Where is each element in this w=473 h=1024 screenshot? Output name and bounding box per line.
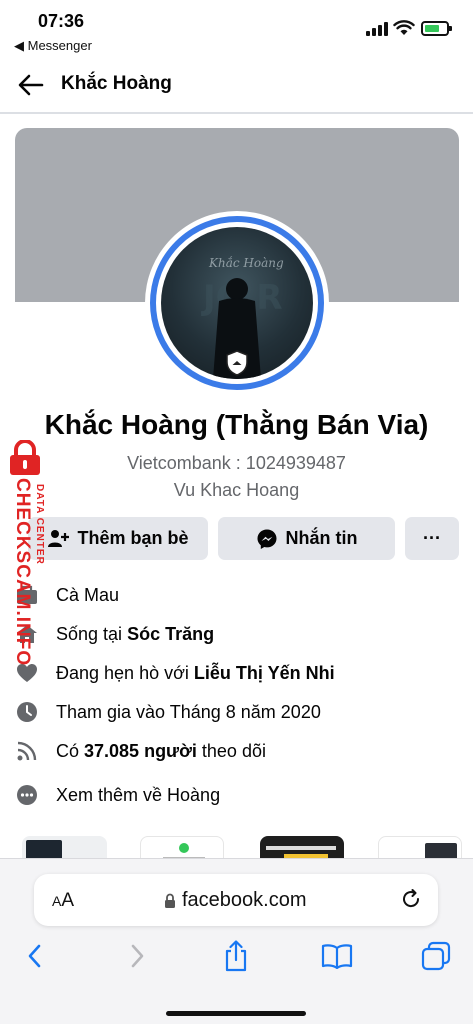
more-options-button[interactable]: ··· xyxy=(405,517,459,560)
cellular-signal-icon xyxy=(366,22,388,36)
status-time: 07:36 xyxy=(38,11,85,31)
tabs-icon xyxy=(421,941,451,971)
followers-suffix: theo dõi xyxy=(196,740,266,761)
back-to-messenger-link[interactable]: ◀ Messenger xyxy=(14,38,92,54)
book-icon xyxy=(321,944,353,969)
lock-icon xyxy=(165,893,175,908)
detail-joined: Tham gia vào Tháng 8 năm 2020 xyxy=(14,698,459,726)
dating-partner-link[interactable]: Liễu Thị Yến Nhi xyxy=(194,663,335,683)
rss-followers-icon xyxy=(14,738,40,764)
profile-alternate-name: Vu Khac Hoang xyxy=(173,480,300,500)
profile-avatar[interactable]: Khắc Hoàng JO R xyxy=(145,211,329,395)
wifi-icon xyxy=(393,20,415,35)
browser-forward-button[interactable] xyxy=(120,939,154,973)
detail-lives-in: Sống tại Sóc Trăng xyxy=(14,620,459,648)
watermark-text: CHECKSCAM.INFO xyxy=(12,478,33,667)
followers-prefix: Có xyxy=(56,740,85,761)
followers-count: 37.085 người xyxy=(84,740,197,761)
nav-header: Khắc Hoàng xyxy=(0,56,473,114)
profile-name: Khắc Hoàng (Thằng Bán Via) xyxy=(44,409,429,440)
status-bar: 07:36 ◀ Messenger xyxy=(0,0,473,56)
browser-bottom-bar: AA facebook.com xyxy=(0,858,473,1024)
lives-place-link[interactable]: Sóc Trăng xyxy=(127,624,214,644)
watermark-subtext: DATA CENTER xyxy=(34,484,45,565)
checkscam-watermark: CHECKSCAM.INFO DATA CENTER xyxy=(3,440,53,670)
chevron-right-icon xyxy=(131,944,144,968)
see-more-about-text: Xem thêm về Hoàng xyxy=(56,784,221,805)
lives-prefix: Sống tại xyxy=(56,623,128,644)
home-indicator xyxy=(166,1011,306,1016)
url-text: facebook.com xyxy=(182,889,307,911)
reader-text-size-button[interactable]: AA xyxy=(52,890,74,912)
see-more-about-button[interactable]: Xem thêm về Hoàng xyxy=(14,781,459,809)
messenger-icon xyxy=(257,529,276,549)
back-arrow-icon[interactable] xyxy=(16,70,46,100)
chevron-left-icon xyxy=(28,944,41,968)
share-icon xyxy=(225,940,247,972)
bookmarks-button[interactable] xyxy=(320,939,354,973)
add-friend-button[interactable]: Thêm bạn bè xyxy=(28,517,208,560)
profile-bank-line: Vietcombank : 1024939487 xyxy=(127,453,346,473)
add-friend-label: Thêm bạn bè xyxy=(77,528,189,548)
share-button[interactable] xyxy=(219,939,253,973)
detail-work: Cà Mau xyxy=(14,581,459,609)
ellipsis-circle-icon xyxy=(14,782,40,808)
battery-charging-icon xyxy=(421,21,452,36)
message-button[interactable]: Nhắn tin xyxy=(218,517,395,560)
dating-prefix: Đang hẹn hò với xyxy=(56,662,194,683)
url-display[interactable]: facebook.com xyxy=(164,889,307,912)
clock-icon xyxy=(14,699,40,725)
detail-followers[interactable]: Có 37.085 người theo dõi xyxy=(14,737,459,765)
page-title: Khắc Hoàng xyxy=(61,73,172,94)
tabs-button[interactable] xyxy=(419,939,453,973)
address-bar[interactable]: AA facebook.com xyxy=(34,874,438,926)
detail-joined-text: Tham gia vào Tháng 8 năm 2020 xyxy=(56,701,321,722)
padlock-icon xyxy=(10,440,40,475)
detail-relationship: Đang hẹn hò với Liễu Thị Yến Nhi xyxy=(14,659,459,687)
detail-work-text: Cà Mau xyxy=(56,584,120,605)
reload-icon[interactable] xyxy=(400,888,422,910)
profile-guard-shield-icon xyxy=(226,350,248,376)
svg-text:Khắc Hoàng: Khắc Hoàng xyxy=(208,255,284,270)
more-options-icon: ··· xyxy=(423,528,441,548)
message-label: Nhắn tin xyxy=(285,528,358,548)
browser-back-button[interactable] xyxy=(18,939,52,973)
